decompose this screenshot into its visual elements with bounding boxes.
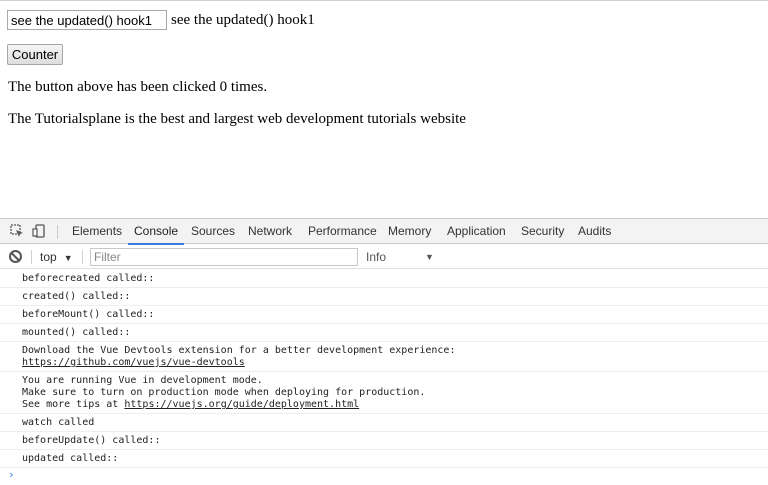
tab-security[interactable]: Security (521, 219, 564, 244)
prompt-chevron-icon: › (8, 468, 15, 481)
console-message: created() called:: (0, 288, 768, 306)
console-output: beforecreated called:: created() called:… (0, 270, 768, 485)
hook-text-input[interactable] (7, 10, 167, 30)
context-select[interactable]: top ▼ (40, 249, 73, 266)
devtools-tabbar: Elements Console Sources Network Perform… (0, 219, 768, 245)
level-dropdown-arrow-icon: ▼ (425, 252, 434, 262)
device-toolbar-icon[interactable] (31, 224, 47, 240)
log-level-value: Info (366, 250, 387, 264)
inspect-element-icon[interactable] (9, 224, 25, 240)
console-line: created() called:: (22, 291, 131, 302)
console-line: Download the Vue Devtools extension for … (22, 345, 456, 356)
console-line: mounted() called:: (22, 327, 131, 338)
tab-elements[interactable]: Elements (72, 219, 122, 244)
console-message: You are running Vue in development mode.… (0, 372, 768, 414)
tab-application[interactable]: Application (447, 219, 506, 244)
tab-performance[interactable]: Performance (308, 219, 377, 244)
console-line: watch called (22, 417, 95, 428)
console-line: beforeUpdate() called:: (22, 435, 161, 446)
toolbar-separator (82, 250, 83, 264)
console-message: beforeUpdate() called:: (0, 432, 768, 450)
click-count-text: The button above has been clicked 0 time… (8, 79, 268, 95)
console-message: updated called:: (0, 450, 768, 468)
rendered-page: see the updated() hook1 Counter The butt… (0, 0, 768, 217)
tab-memory[interactable]: Memory (388, 219, 431, 244)
console-line: beforecreated called:: (22, 273, 155, 284)
console-message: Download the Vue Devtools extension for … (0, 342, 768, 372)
console-message: mounted() called:: (0, 324, 768, 342)
clear-console-icon[interactable] (9, 250, 22, 263)
tab-console[interactable]: Console (127, 219, 185, 245)
toolbar-separator (31, 250, 32, 264)
console-line: beforeMount() called:: (22, 309, 155, 320)
counter-button[interactable]: Counter (7, 44, 63, 65)
tab-audits[interactable]: Audits (578, 219, 611, 244)
console-prompt[interactable]: › (0, 468, 768, 482)
devtools-panel: Elements Console Sources Network Perform… (0, 218, 768, 484)
console-line: updated called:: (22, 453, 119, 464)
console-message: beforeMount() called:: (0, 306, 768, 324)
console-filter-input[interactable] (90, 248, 358, 266)
console-message: beforecreated called:: (0, 270, 768, 288)
tabbar-separator (57, 225, 58, 239)
console-line: Make sure to turn on production mode whe… (22, 387, 426, 398)
context-value: top (40, 250, 57, 264)
tagline-text: The Tutorialsplane is the best and large… (8, 111, 466, 127)
tab-sources[interactable]: Sources (191, 219, 235, 244)
console-toolbar: top ▼ Info ▼ (0, 245, 768, 269)
log-level-select[interactable]: Info ▼ (366, 249, 438, 265)
console-message: watch called (0, 414, 768, 432)
console-line: You are running Vue in development mode. (22, 375, 263, 386)
tab-network[interactable]: Network (248, 219, 292, 244)
vue-devtools-link[interactable]: https://github.com/vuejs/vue-devtools (22, 357, 245, 368)
vue-deployment-guide-link[interactable]: https://vuejs.org/guide/deployment.html (124, 399, 359, 410)
context-dropdown-arrow-icon: ▼ (63, 253, 73, 263)
see-more-tips-text: See more tips at (22, 399, 125, 410)
echo-text: see the updated() hook1 (171, 12, 315, 28)
